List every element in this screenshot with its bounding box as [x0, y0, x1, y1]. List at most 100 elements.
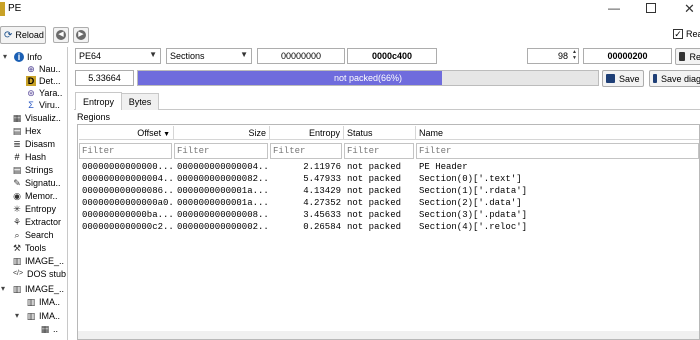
cell-offset: 0000000000000c2... — [82, 222, 174, 232]
cell-name: Section(0)['.text'] — [419, 174, 522, 184]
maximize-button[interactable] — [646, 3, 656, 13]
tree-item-signature[interactable]: ✎ Signatu.. — [12, 177, 60, 189]
entropy-progress-bar: not packed(66%) — [137, 70, 599, 86]
cell-entropy: 3.45633 — [303, 210, 341, 220]
tree-item-label: Search — [25, 230, 54, 240]
memory-icon: ◉ — [13, 191, 21, 201]
tree-item-virustotal[interactable]: Σ Viru.. — [26, 99, 60, 111]
collapse-arrow-icon[interactable]: ▾ — [15, 311, 19, 320]
reload-button[interactable]: ⟳ Reload — [0, 26, 46, 44]
cell-entropy: 4.13429 — [303, 186, 341, 196]
tab-bytes[interactable]: Bytes — [121, 93, 159, 110]
tree-item-code[interactable]: </> DOS stub — [12, 268, 66, 280]
tree-item-label: Visualiz.. — [25, 113, 61, 123]
mode-select[interactable]: Sections ▼ — [166, 48, 252, 64]
column-header-entropy[interactable]: Entropy — [270, 126, 344, 140]
cell-entropy: 0.26584 — [303, 222, 341, 232]
tree-item-search[interactable]: ⌕ Search — [12, 229, 54, 241]
tree-item-memory[interactable]: ◉ Memor.. — [12, 190, 57, 202]
tree-item-info[interactable]: i Info — [14, 51, 42, 63]
spinner-arrows-icon[interactable]: ▲ ▼ — [572, 49, 577, 61]
tree-item-visualization[interactable]: ▦ Visualiz.. — [12, 112, 61, 124]
column-header-status[interactable]: Status — [344, 126, 416, 140]
arrow-right-icon: ▶ — [76, 30, 86, 40]
collapse-arrow-icon[interactable]: ▾ — [1, 284, 5, 293]
table-icon: ▦ — [40, 324, 50, 334]
tab-entropy[interactable]: Entropy — [75, 92, 122, 110]
readonly-label: Rea — [686, 29, 700, 39]
reload-icon: ⟳ — [4, 29, 13, 41]
tree-item-die[interactable]: D Det... — [26, 75, 61, 87]
back-button[interactable]: ◀ — [53, 27, 69, 43]
column-header-offset[interactable]: Offset ▼ — [79, 126, 174, 140]
block-size-field[interactable]: 00000200 — [583, 48, 672, 64]
tree-item-image-header[interactable]: ▥ IMAGE_.. — [12, 255, 64, 267]
tree-item-table[interactable]: ▦.. — [40, 323, 58, 335]
column-header-name[interactable]: Name — [416, 126, 699, 140]
type-select[interactable]: PE64 ▼ — [75, 48, 161, 64]
filter-offset-input[interactable]: Filter — [79, 143, 172, 159]
tree-item-label: Det... — [39, 76, 61, 86]
total-entropy-value: 5.33664 — [88, 73, 121, 83]
tree-item-hash[interactable]: # Hash — [12, 151, 46, 163]
close-button[interactable]: ✕ — [684, 1, 695, 17]
save-diagram-button[interactable]: Save diag — [649, 70, 700, 87]
cell-size: 0000000000001a... — [177, 186, 269, 196]
save-button[interactable]: Save — [602, 70, 644, 87]
visualization-icon: ▦ — [12, 113, 22, 123]
save-icon — [606, 74, 615, 83]
filter-name-input[interactable]: Filter — [416, 143, 699, 159]
tree-item-label: Strings — [25, 165, 54, 175]
minimize-button[interactable]: — — [608, 1, 620, 15]
cell-name: Section(4)['.reloc'] — [419, 222, 528, 232]
tree-item-image-optional-header[interactable]: ▥ IMA.. — [26, 310, 60, 322]
cell-offset: 000000000000ba... — [82, 210, 174, 220]
filter-entropy-input[interactable]: Filter — [270, 143, 342, 159]
column-header-size[interactable]: Size — [174, 126, 270, 140]
block-count-value: 98 — [557, 51, 568, 61]
collapse-arrow-icon[interactable]: ▾ — [3, 52, 7, 61]
cell-offset: 000000000000004... — [82, 174, 174, 184]
tree-item-extractor[interactable]: ⚘ Extractor — [12, 216, 61, 228]
cell-offset: 00000000000000... — [82, 162, 174, 172]
tree-item-yara[interactable]: ⊛ Yara.. — [26, 87, 62, 99]
image-header-icon: ▥ — [12, 256, 22, 266]
tree-item-image-file-header[interactable]: ▥ IMA.. — [26, 296, 60, 308]
tree-item-hex[interactable]: ▤ Hex — [12, 125, 41, 137]
block-count-spinbox[interactable]: 98 ▲ ▼ — [527, 48, 579, 64]
tree-item-globe[interactable]: ⊕ Nau.. — [26, 63, 60, 75]
offset-field[interactable]: 00000000 — [257, 48, 345, 64]
extractor-icon: ⚘ — [12, 217, 22, 227]
tree-item-tools[interactable]: ⚒ Tools — [12, 242, 46, 254]
cell-entropy: 2.11976 — [303, 162, 341, 172]
filter-size-input[interactable]: Filter — [174, 143, 268, 159]
tree-item-label: Info — [27, 52, 43, 62]
tree-item-label: DOS stub — [27, 269, 67, 279]
refresh-label: Re — [689, 51, 700, 62]
hex-icon: ▤ — [12, 126, 22, 136]
horizontal-scrollbar[interactable] — [78, 331, 699, 339]
refresh-button[interactable]: Re — [675, 48, 700, 65]
tree-item-entropy[interactable]: ✳ Entropy — [12, 203, 56, 215]
readonly-checkbox[interactable]: ✓ — [673, 29, 683, 39]
image-optional-header-icon: ▥ — [26, 311, 36, 321]
tree-item-label: IMAGE_.. — [25, 256, 65, 266]
tree-item-disasm[interactable]: ≣ Disasm — [12, 138, 55, 150]
size-field[interactable]: 0000c400 — [347, 48, 437, 64]
reload-label: Reload — [15, 30, 44, 40]
entropy-icon: ✳ — [13, 204, 21, 214]
search-icon: ⌕ — [14, 230, 20, 240]
die-icon: D — [26, 76, 36, 86]
filter-status-input[interactable]: Filter — [344, 143, 414, 159]
forward-button[interactable]: ▶ — [73, 27, 89, 43]
app-icon — [0, 2, 5, 16]
tab-bytes-label: Bytes — [128, 97, 152, 107]
cell-size: 000000000000004... — [177, 162, 270, 172]
refresh-icon — [679, 52, 686, 61]
tree-item-label: IMA.. — [39, 311, 61, 321]
code-icon: </> — [12, 270, 24, 277]
tree-item-strings[interactable]: ▤ Strings — [12, 164, 53, 176]
tree-item-image-nt-headers[interactable]: ▥ IMAGE_.. — [12, 283, 64, 295]
entropy-status-label: not packed(66%) — [333, 73, 403, 83]
total-entropy-field: 5.33664 — [75, 70, 134, 86]
